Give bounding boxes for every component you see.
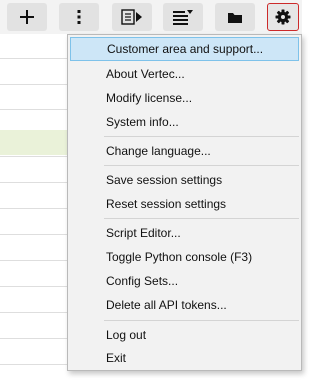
- menu-item-modify-license[interactable]: Modify license...: [70, 86, 299, 110]
- menu-item-about[interactable]: About Vertec...: [70, 62, 299, 86]
- document-arrow-icon: [121, 9, 142, 25]
- menu-item-delete-api-tokens[interactable]: Delete all API tokens...: [70, 293, 299, 317]
- menu-item-python-console[interactable]: Toggle Python console (F3): [70, 245, 299, 269]
- menu-separator: [104, 136, 299, 137]
- add-button[interactable]: [7, 3, 47, 31]
- menu-item-log-out[interactable]: Log out: [70, 323, 299, 347]
- document-arrow-button[interactable]: [112, 3, 152, 31]
- selected-row[interactable]: [0, 130, 70, 155]
- settings-button[interactable]: [267, 3, 299, 31]
- menu-item-customer-area[interactable]: Customer area and support...: [70, 37, 299, 61]
- menu-item-save-session[interactable]: Save session settings: [70, 168, 299, 192]
- gear-icon: [275, 9, 291, 25]
- toolbar: [0, 0, 302, 34]
- folder-button[interactable]: [215, 3, 255, 31]
- vertical-dots-icon: [77, 10, 81, 24]
- settings-menu: Customer area and support... About Verte…: [67, 34, 302, 371]
- plus-icon: [20, 10, 34, 24]
- menu-separator: [104, 320, 299, 321]
- more-button[interactable]: [59, 3, 99, 31]
- menu-item-change-language[interactable]: Change language...: [70, 139, 299, 163]
- menu-item-exit[interactable]: Exit: [70, 346, 299, 370]
- list-dropdown-icon: [173, 10, 193, 25]
- folder-icon: [228, 12, 242, 23]
- menu-item-system-info[interactable]: System info...: [70, 110, 299, 134]
- menu-item-config-sets[interactable]: Config Sets...: [70, 269, 299, 293]
- menu-item-script-editor[interactable]: Script Editor...: [70, 221, 299, 245]
- list-dropdown-button[interactable]: [163, 3, 203, 31]
- menu-item-reset-session[interactable]: Reset session settings: [70, 192, 299, 216]
- menu-separator: [104, 165, 299, 166]
- menu-separator: [104, 218, 299, 219]
